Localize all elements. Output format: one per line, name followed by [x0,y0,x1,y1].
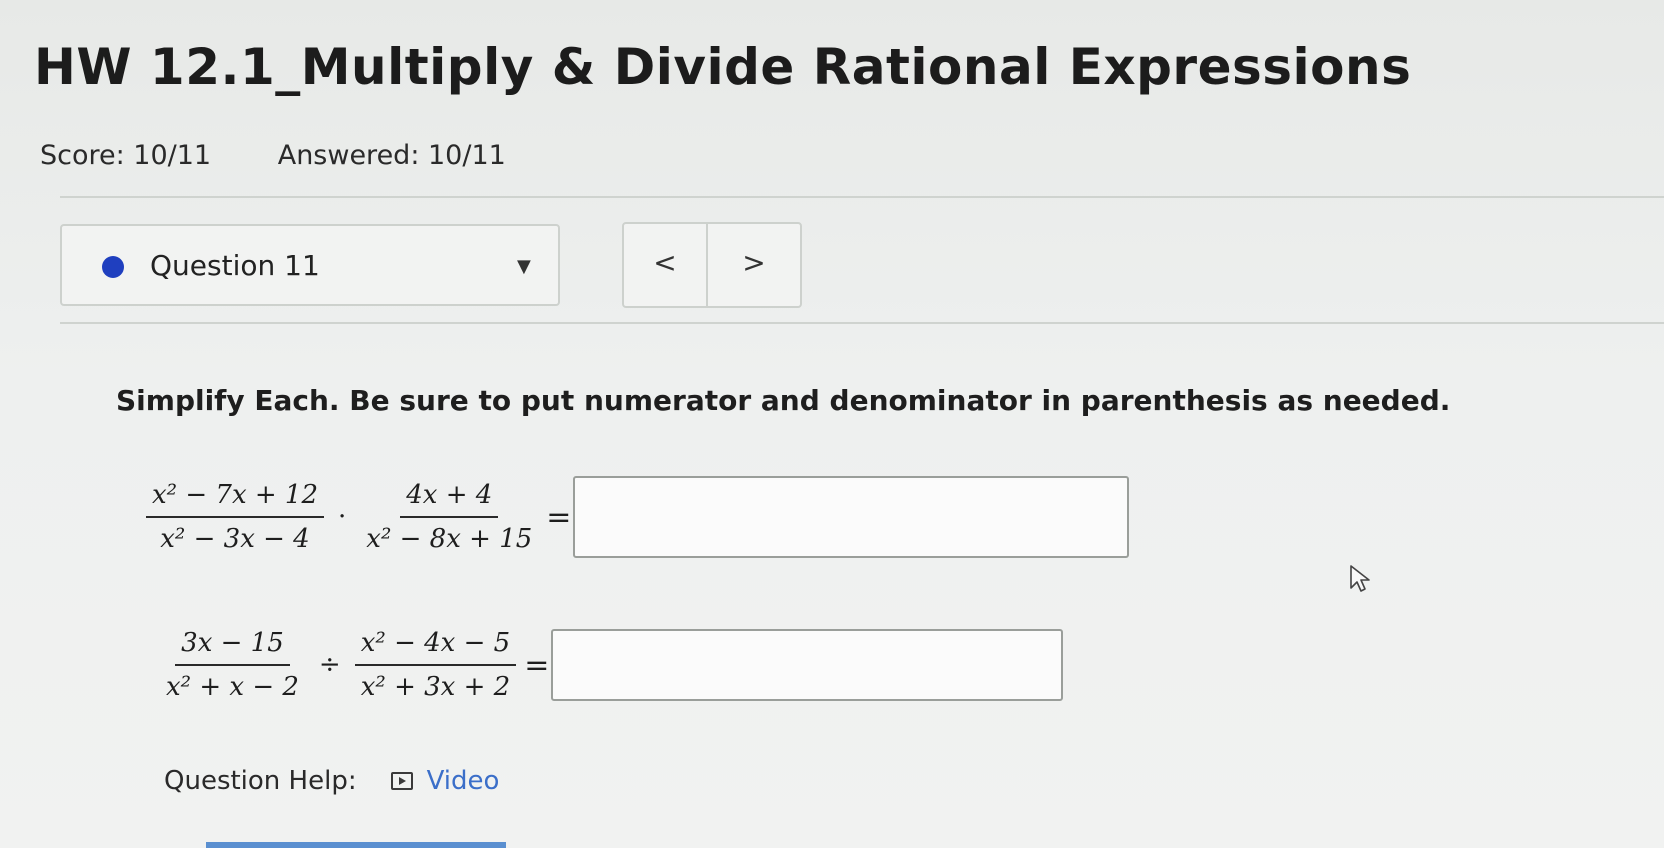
fraction: x² − 4x − 5 x² + 3x + 2 [354,628,517,702]
numerator: 4x + 4 [400,480,499,518]
numerator: x² − 7x + 12 [146,480,325,518]
answered-text: Answered: 10/11 [277,140,506,171]
score-text: Score: 10/11 [40,140,212,171]
next-question-button[interactable]: > [706,222,802,308]
multiply-operator: · [338,502,347,532]
score-line: Score: 10/11 Answered: 10/11 [40,140,506,171]
mouse-cursor-icon [1350,565,1370,592]
question-label: Question 11 [150,249,320,282]
equals-sign: = [546,499,572,535]
denominator: x² + 3x + 2 [360,672,511,702]
video-link[interactable]: Video [427,766,500,796]
denominator: x² − 8x + 15 [366,524,533,554]
fraction: x² − 7x + 12 x² − 3x − 4 [146,480,325,554]
divide-operator: ÷ [318,650,341,680]
status-dot-icon [102,256,124,278]
answer-input-1[interactable] [573,476,1130,558]
equals-sign: = [524,647,550,683]
fraction: 4x + 4 x² − 8x + 15 [360,480,538,554]
question-instructions: Simplify Each. Be sure to put numerator … [116,384,1451,417]
question-select-dropdown[interactable]: Question 11 ▼ [60,224,560,306]
problem-2: 3x − 15 x² + x − 2 ÷ x² − 4x − 5 x² + 3x… [160,628,1064,702]
fraction: 3x − 15 x² + x − 2 [160,628,305,702]
question-help: Question Help: Video [164,766,499,796]
question-help-label: Question Help: [164,766,357,796]
video-icon[interactable] [390,772,413,790]
answer-input-2[interactable] [551,629,1064,701]
numerator: 3x − 15 [175,628,290,666]
page-title: HW 12.1_Multiply & Divide Rational Expre… [34,38,1412,96]
denominator: x² + x − 2 [166,672,299,702]
numerator: x² − 4x − 5 [354,628,517,666]
bottom-accent-bar [206,842,506,848]
chevron-down-icon: ▼ [517,256,531,277]
divider [60,196,1664,198]
problem-1: x² − 7x + 12 x² − 3x − 4 · 4x + 4 x² − 8… [146,476,1130,558]
previous-question-button[interactable]: < [622,222,708,308]
denominator: x² − 3x − 4 [160,524,310,554]
divider [60,322,1664,324]
